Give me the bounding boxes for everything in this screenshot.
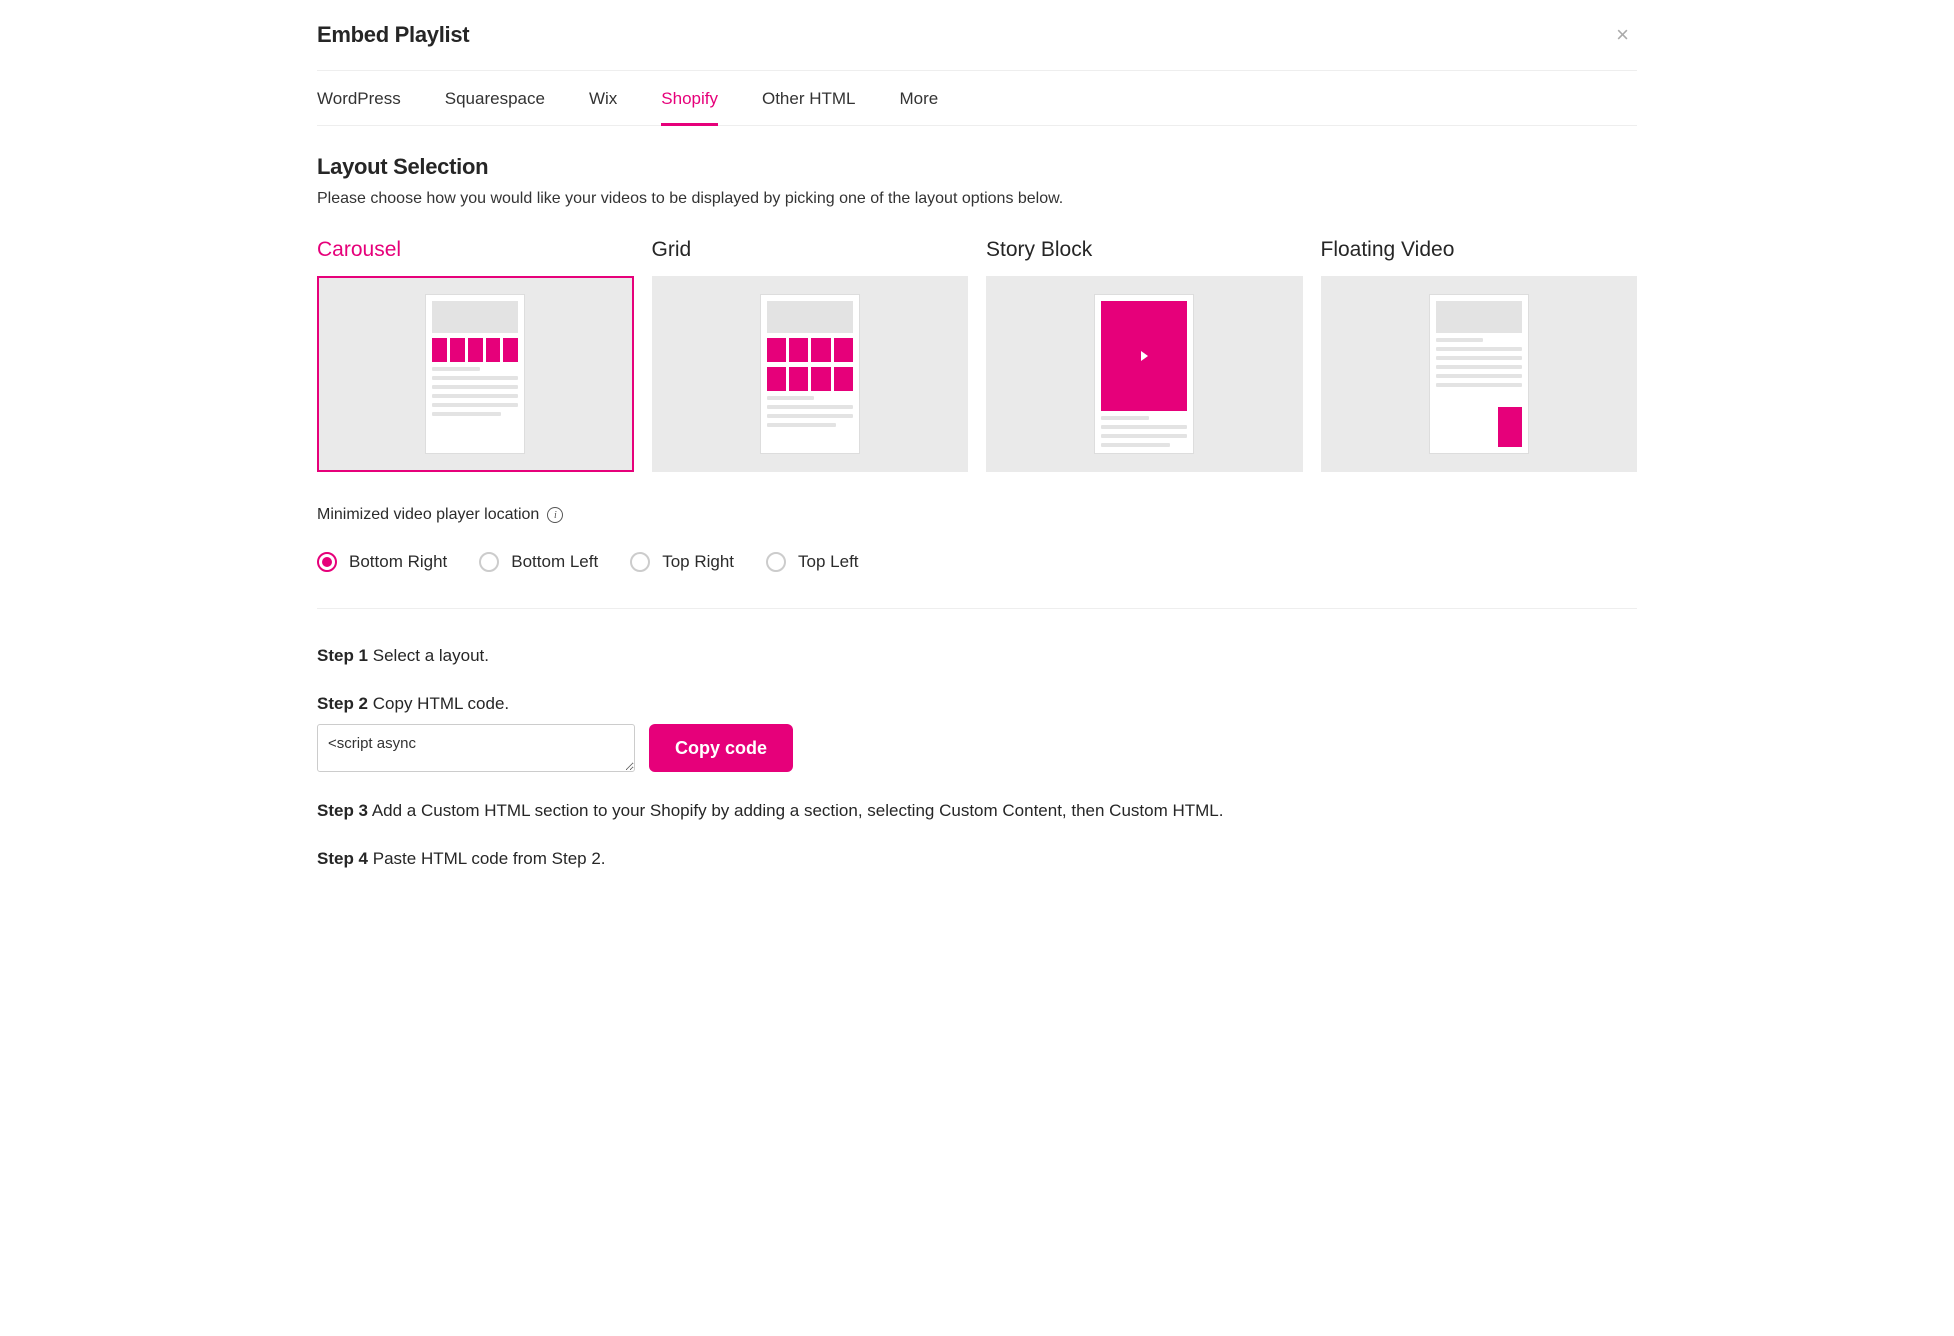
radio-label: Bottom Right	[349, 552, 447, 572]
step-text: Select a layout.	[368, 646, 489, 665]
step-text: Add a Custom HTML section to your Shopif…	[368, 801, 1223, 820]
radio-icon	[630, 552, 650, 572]
layout-option-grid[interactable]: Grid	[652, 238, 969, 472]
layout-option-floating-video[interactable]: Floating Video	[1321, 238, 1638, 472]
layout-preview-carousel	[317, 276, 634, 472]
step-text: Copy HTML code.	[368, 694, 509, 713]
mock-page	[1094, 294, 1194, 454]
mock-page	[1429, 294, 1529, 454]
step-label: Step 3	[317, 801, 368, 820]
radio-bottom-right[interactable]: Bottom Right	[317, 552, 447, 572]
layout-section: Layout Selection Please choose how you w…	[317, 126, 1637, 871]
copy-code-button[interactable]: Copy code	[649, 724, 793, 772]
step-label: Step 2	[317, 694, 368, 713]
dialog-title: Embed Playlist	[317, 22, 469, 48]
radio-label: Bottom Left	[511, 552, 598, 572]
code-row: Copy code	[317, 724, 1637, 772]
play-icon	[1101, 301, 1187, 411]
layout-preview-story-block	[986, 276, 1303, 472]
player-location-options: Bottom Right Bottom Left Top Right Top L…	[317, 552, 1637, 609]
layout-preview-floating-video	[1321, 276, 1638, 472]
player-location-row: Minimized video player location i	[317, 506, 1637, 524]
radio-top-left[interactable]: Top Left	[766, 552, 859, 572]
step-label: Step 4	[317, 849, 368, 868]
tab-squarespace[interactable]: Squarespace	[445, 89, 545, 125]
tab-wordpress[interactable]: WordPress	[317, 89, 401, 125]
step-2: Step 2 Copy HTML code.	[317, 691, 1637, 717]
tab-shopify[interactable]: Shopify	[661, 89, 718, 125]
layout-label: Story Block	[986, 238, 1303, 262]
layout-options: Carousel Grid	[317, 238, 1637, 472]
mock-page	[760, 294, 860, 454]
tab-wix[interactable]: Wix	[589, 89, 617, 125]
steps-list: Step 1 Select a layout. Step 2 Copy HTML…	[317, 643, 1637, 871]
layout-label: Grid	[652, 238, 969, 262]
radio-top-right[interactable]: Top Right	[630, 552, 734, 572]
close-icon[interactable]: ×	[1608, 18, 1637, 52]
radio-icon	[766, 552, 786, 572]
step-3: Step 3 Add a Custom HTML section to your…	[317, 798, 1637, 824]
layout-heading: Layout Selection	[317, 154, 1637, 180]
radio-icon	[479, 552, 499, 572]
player-location-label: Minimized video player location	[317, 506, 539, 524]
tab-other-html[interactable]: Other HTML	[762, 89, 856, 125]
platform-tabs: WordPress Squarespace Wix Shopify Other …	[317, 71, 1637, 126]
radio-icon	[317, 552, 337, 572]
layout-label: Floating Video	[1321, 238, 1638, 262]
radio-bottom-left[interactable]: Bottom Left	[479, 552, 598, 572]
step-1: Step 1 Select a layout.	[317, 643, 1637, 669]
layout-option-carousel[interactable]: Carousel	[317, 238, 634, 472]
step-label: Step 1	[317, 646, 368, 665]
radio-label: Top Right	[662, 552, 734, 572]
layout-label: Carousel	[317, 238, 634, 262]
step-4: Step 4 Paste HTML code from Step 2.	[317, 846, 1637, 872]
step-text: Paste HTML code from Step 2.	[368, 849, 605, 868]
mock-page	[425, 294, 525, 454]
code-textarea[interactable]	[317, 724, 635, 772]
layout-option-story-block[interactable]: Story Block	[986, 238, 1303, 472]
dialog-header: Embed Playlist ×	[317, 0, 1637, 71]
radio-label: Top Left	[798, 552, 859, 572]
layout-preview-grid	[652, 276, 969, 472]
tab-more[interactable]: More	[900, 89, 939, 125]
layout-description: Please choose how you would like your vi…	[317, 190, 1637, 208]
info-icon[interactable]: i	[547, 507, 563, 523]
